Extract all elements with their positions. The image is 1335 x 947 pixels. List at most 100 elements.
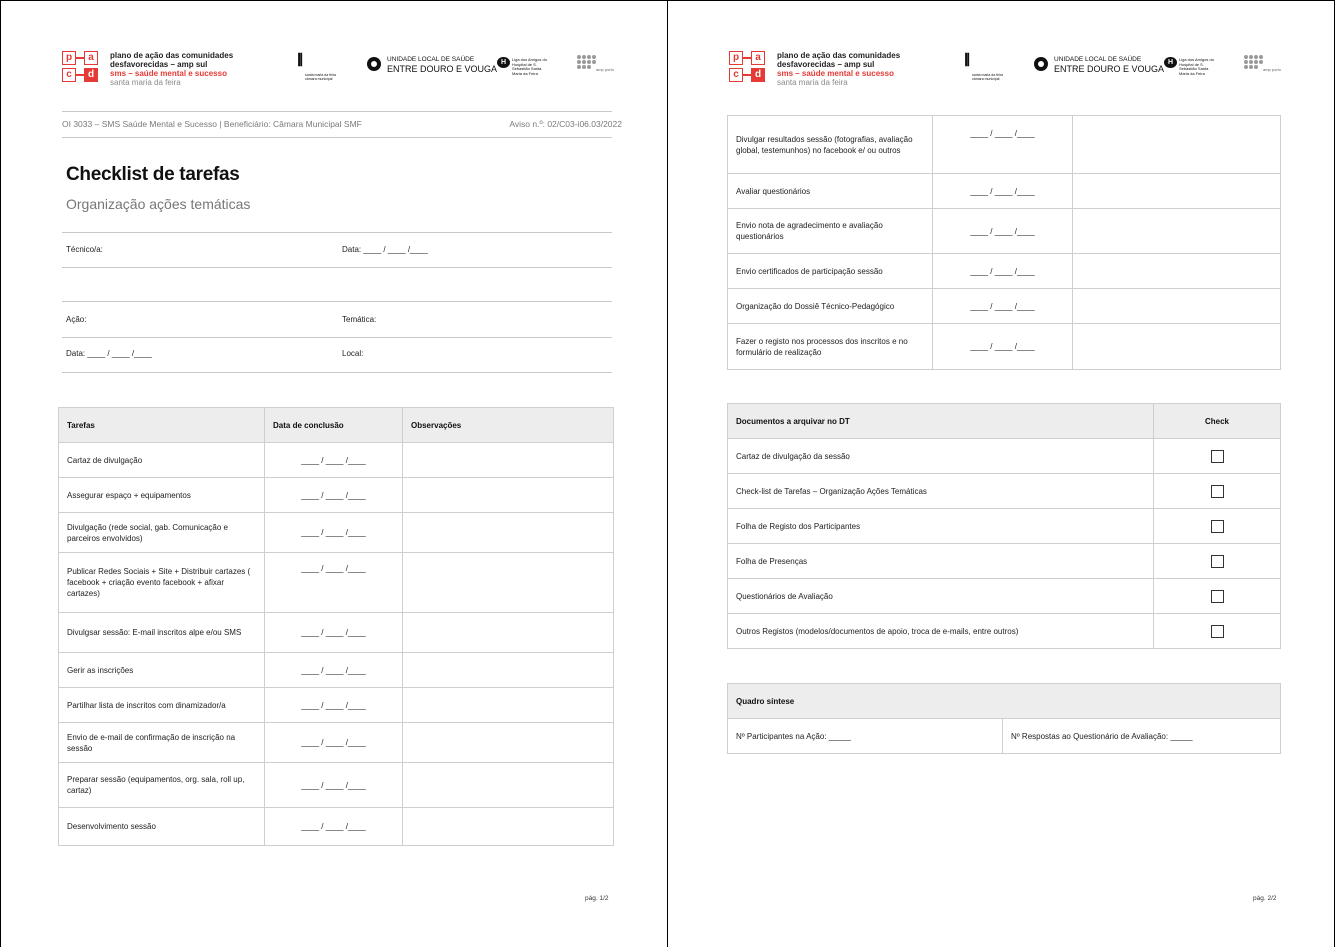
document-checkbox[interactable] bbox=[1210, 449, 1224, 463]
logo-letter-p: p bbox=[729, 51, 743, 65]
observations-cell[interactable] bbox=[402, 687, 614, 723]
tasks-table-continued: Divulgar resultados sessão (fotografias,… bbox=[727, 115, 1281, 370]
table-row: Folha de Presenças bbox=[727, 543, 1281, 579]
smf-mark-icon: ꟾꟾ bbox=[297, 53, 303, 69]
task-label: Partilhar lista de inscritos com dinamiz… bbox=[58, 687, 265, 723]
observations-cell[interactable] bbox=[1072, 208, 1281, 254]
observations-cell[interactable] bbox=[402, 807, 614, 846]
task-label: Gerir as inscrições bbox=[58, 652, 265, 688]
liga-amigos-logo: H Liga dos Amigos do Hospital de S. Seba… bbox=[497, 53, 557, 83]
table-row: Fazer o registo nos processos dos inscri… bbox=[727, 323, 1281, 370]
date-field[interactable]: ____ / ____ /____ bbox=[932, 253, 1073, 289]
smf-logo: ꟾꟾ santa maria da feira câmara municipal bbox=[297, 53, 336, 81]
table-row: Questionários de Avaliação bbox=[727, 578, 1281, 614]
hospital-h-icon: H bbox=[1164, 57, 1177, 68]
summary-responses[interactable]: Nº Respostas ao Questionário de Avaliaçã… bbox=[1002, 718, 1281, 754]
logo-letter-a: a bbox=[84, 51, 98, 65]
field-data-bottom[interactable]: Data: ____ / ____ /____ bbox=[66, 349, 152, 358]
uls-circle-icon bbox=[367, 57, 381, 71]
observations-cell[interactable] bbox=[1072, 115, 1281, 174]
liga-amigos-logo: H Liga dos Amigos do Hospital de S. Seba… bbox=[1164, 53, 1224, 83]
observations-cell[interactable] bbox=[402, 477, 614, 513]
date-field[interactable]: ____ / ____ /____ bbox=[932, 115, 1073, 174]
date-field[interactable]: ____ / ____ /____ bbox=[264, 762, 403, 808]
date-field[interactable]: ____ / ____ /____ bbox=[932, 208, 1073, 254]
page-header: p a c d plano de ação das comunidades de… bbox=[729, 51, 1289, 96]
document-label: Questionários de Avaliação bbox=[727, 578, 1154, 614]
date-field[interactable]: ____ / ____ /____ bbox=[932, 288, 1073, 324]
document-checkbox[interactable] bbox=[1210, 484, 1224, 498]
date-field[interactable]: ____ / ____ /____ bbox=[264, 722, 403, 763]
summary-participants[interactable]: Nº Participantes na Ação: _____ bbox=[727, 718, 1003, 754]
document-checkbox[interactable] bbox=[1210, 519, 1224, 533]
date-field[interactable]: ____ / ____ /____ bbox=[264, 512, 403, 553]
org-line-4: santa maria da feira bbox=[110, 78, 181, 87]
logo-letter-c: c bbox=[62, 68, 76, 82]
date-field[interactable]: ____ / ____ /____ bbox=[264, 612, 403, 653]
summary-table: Quadro síntese Nº Participantes na Ação:… bbox=[727, 683, 1281, 754]
observations-cell[interactable] bbox=[402, 442, 614, 478]
col-header-data-conclusao: Data de conclusão bbox=[264, 407, 403, 443]
table-row: Check-list de Tarefas – Organização Açõe… bbox=[727, 473, 1281, 509]
date-field[interactable]: ____ / ____ /____ bbox=[932, 173, 1073, 209]
date-field[interactable]: ____ / ____ /____ bbox=[264, 552, 403, 613]
document-checkbox[interactable] bbox=[1210, 589, 1224, 603]
table-row: Cartaz de divulgação ____ / ____ /____ bbox=[58, 442, 614, 478]
page-header: p a c d plano de ação das comunidades de… bbox=[62, 51, 622, 96]
document-checkbox[interactable] bbox=[1210, 624, 1224, 638]
col-header-check: Check bbox=[1153, 403, 1281, 439]
date-field[interactable]: ____ / ____ /____ bbox=[264, 652, 403, 688]
uls-logo: UNIDADE LOCAL DE SAÚDE ENTRE DOURO E VOU… bbox=[1034, 53, 1164, 83]
page-subtitle: Organização ações temáticas bbox=[66, 196, 251, 212]
field-acao[interactable]: Ação: bbox=[66, 315, 86, 324]
task-label: Avaliar questionários bbox=[727, 173, 933, 209]
project-line: OI 3033 – SMS Saúde Mental e Sucesso | B… bbox=[62, 119, 362, 129]
document-label: Folha de Registo dos Participantes bbox=[727, 508, 1154, 544]
field-tecnico[interactable]: Técnico/a: bbox=[66, 245, 103, 254]
observations-cell[interactable] bbox=[402, 512, 614, 553]
padc-logo: p a c d bbox=[729, 51, 769, 89]
date-field[interactable]: ____ / ____ /____ bbox=[264, 687, 403, 723]
task-label: Organização do Dossiê Técnico-Pedagógico bbox=[727, 288, 933, 324]
observations-cell[interactable] bbox=[1072, 173, 1281, 209]
notice-number: Aviso n.º: 02/C03-i06.03/2022 bbox=[509, 119, 622, 129]
task-label: Divulgar resultados sessão (fotografias,… bbox=[727, 115, 933, 174]
observations-cell[interactable] bbox=[402, 652, 614, 688]
page-title: Checklist de tarefas bbox=[66, 164, 240, 185]
observations-cell[interactable] bbox=[402, 612, 614, 653]
observations-cell[interactable] bbox=[402, 762, 614, 808]
observations-cell[interactable] bbox=[402, 722, 614, 763]
document-checkbox[interactable] bbox=[1210, 554, 1224, 568]
summary-header: Quadro síntese bbox=[727, 683, 1281, 719]
date-field[interactable]: ____ / ____ /____ bbox=[264, 442, 403, 478]
amp-dots-icon bbox=[1244, 55, 1263, 71]
field-local[interactable]: Local: bbox=[342, 349, 363, 358]
hospital-h-icon: H bbox=[497, 57, 510, 68]
amp-logo: amp porto bbox=[1244, 53, 1284, 83]
field-tematica[interactable]: Temática: bbox=[342, 315, 376, 324]
observations-cell[interactable] bbox=[402, 552, 614, 613]
date-field[interactable]: ____ / ____ /____ bbox=[264, 477, 403, 513]
observations-cell[interactable] bbox=[1072, 253, 1281, 289]
document-label: Outros Registos (modelos/documentos de a… bbox=[727, 613, 1154, 649]
col-header-observacoes: Observações bbox=[402, 407, 614, 443]
field-data-top[interactable]: Data: ____ / ____ /____ bbox=[342, 245, 428, 254]
logo-letter-a: a bbox=[751, 51, 765, 65]
task-label: Desenvolvimento sessão bbox=[58, 807, 265, 846]
table-row: Preparar sessão (equipamentos, org. sala… bbox=[58, 762, 614, 808]
amp-dots-icon bbox=[577, 55, 596, 71]
table-row: Outros Registos (modelos/documentos de a… bbox=[727, 613, 1281, 649]
date-field[interactable]: ____ / ____ /____ bbox=[264, 807, 403, 846]
observations-cell[interactable] bbox=[1072, 288, 1281, 324]
table-row: Gerir as inscrições ____ / ____ /____ bbox=[58, 652, 614, 688]
date-field[interactable]: ____ / ____ /____ bbox=[932, 323, 1073, 370]
observations-cell[interactable] bbox=[1072, 323, 1281, 370]
table-row: Desenvolvimento sessão ____ / ____ /____ bbox=[58, 807, 614, 846]
page-number: pág. 1/2 bbox=[585, 895, 609, 902]
task-label: Envio certificados de participação sessã… bbox=[727, 253, 933, 289]
org-line-1: plano de ação das comunidades bbox=[110, 51, 234, 60]
table-row: Envio certificados de participação sessã… bbox=[727, 253, 1281, 289]
tasks-table-header: Tarefas Data de conclusão Observações bbox=[58, 407, 614, 443]
summary-table-header: Quadro síntese bbox=[727, 683, 1281, 719]
project-id-line: OI 3033 – SMS Saúde Mental e Sucesso | B… bbox=[62, 119, 622, 129]
